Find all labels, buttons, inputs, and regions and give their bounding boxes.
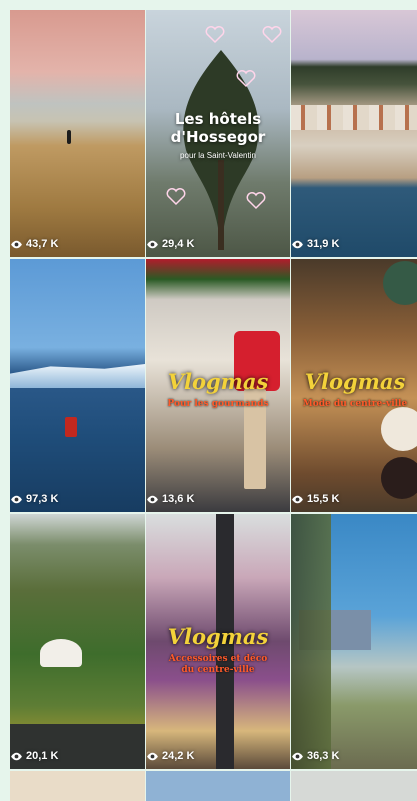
video-subtitle: pour la Saint-Valentin [180, 151, 256, 160]
view-count: 13,6 K [146, 493, 194, 505]
eye-icon [147, 240, 158, 248]
shop-logo [383, 261, 417, 305]
video-tile[interactable]: 31,9 K [291, 10, 417, 257]
video-title-line: Les hôtels [174, 110, 262, 128]
video-title: Vlogmas [167, 369, 269, 394]
eye-icon [11, 495, 22, 503]
video-title: Vlogmas [167, 624, 269, 649]
heart-icon [246, 192, 266, 210]
shop-logo [381, 457, 417, 499]
video-tile[interactable]: Vlogmas Mode du centre-ville 15,5 K [291, 259, 417, 512]
video-tile[interactable]: 20,1 K [10, 514, 145, 769]
heart-icon [166, 188, 186, 206]
wave [10, 364, 145, 388]
video-title-line: d'Hossegor [170, 128, 266, 146]
road [10, 724, 145, 769]
heart-icon [262, 26, 282, 44]
video-title: Vlogmas [304, 369, 406, 394]
view-count-text: 31,9 K [307, 238, 340, 250]
view-count-text: 20,1 K [26, 750, 59, 762]
view-count-text: 15,5 K [307, 493, 340, 505]
video-tile[interactable] [291, 771, 417, 801]
heart-icon [236, 70, 256, 88]
view-count: 36,3 K [291, 750, 339, 762]
video-title: Les hôtels d'Hossegor [146, 110, 290, 146]
video-tile[interactable]: 97,3 K [10, 259, 145, 512]
view-count: 31,9 K [291, 238, 339, 250]
view-count: 24,2 K [146, 750, 194, 762]
video-tile[interactable] [146, 771, 290, 801]
video-subtitle: Accessoires et déco du centre-ville [146, 654, 290, 676]
eye-icon [147, 495, 158, 503]
view-count: 15,5 K [291, 493, 339, 505]
video-tile[interactable] [10, 771, 145, 801]
video-tile[interactable]: Vlogmas Pour les gourmands 13,6 K [146, 259, 290, 512]
video-tile[interactable]: Les hôtels d'Hossegor pour la Saint-Vale… [146, 10, 290, 257]
video-subtitle: Pour les gourmands [167, 399, 269, 409]
view-count-text: 13,6 K [162, 493, 195, 505]
video-subtitle: Mode du centre-ville [302, 399, 408, 409]
video-grid: 43,7 K Les hôtels d'Hossegor pour la Sai… [10, 10, 417, 801]
view-count: 29,4 K [146, 238, 194, 250]
video-tile[interactable]: Vlogmas Accessoires et déco du centre-vi… [146, 514, 290, 769]
tree [291, 514, 331, 769]
eye-icon [292, 495, 303, 503]
eye-icon [292, 240, 303, 248]
person-silhouette [67, 130, 71, 144]
view-count-text: 29,4 K [162, 238, 195, 250]
view-count-text: 97,3 K [26, 493, 59, 505]
view-count: 20,1 K [10, 750, 58, 762]
eye-icon [11, 752, 22, 760]
view-count: 43,7 K [10, 238, 58, 250]
eye-icon [292, 752, 303, 760]
view-count-text: 24,2 K [162, 750, 195, 762]
heart-icon [205, 26, 225, 44]
video-tile[interactable]: 43,7 K [10, 10, 145, 257]
video-subtitle-line: du centre-ville [181, 665, 255, 675]
video-subtitle-line: Accessoires et déco [168, 654, 268, 664]
view-count-text: 36,3 K [307, 750, 340, 762]
surfer [65, 417, 77, 437]
eye-icon [147, 752, 158, 760]
view-count: 97,3 K [10, 493, 58, 505]
buildings [291, 105, 417, 130]
video-tile[interactable]: 36,3 K [291, 514, 417, 769]
view-count-text: 43,7 K [26, 238, 59, 250]
eye-icon [11, 240, 22, 248]
bandstand [40, 639, 82, 667]
shop-logo [381, 407, 417, 451]
